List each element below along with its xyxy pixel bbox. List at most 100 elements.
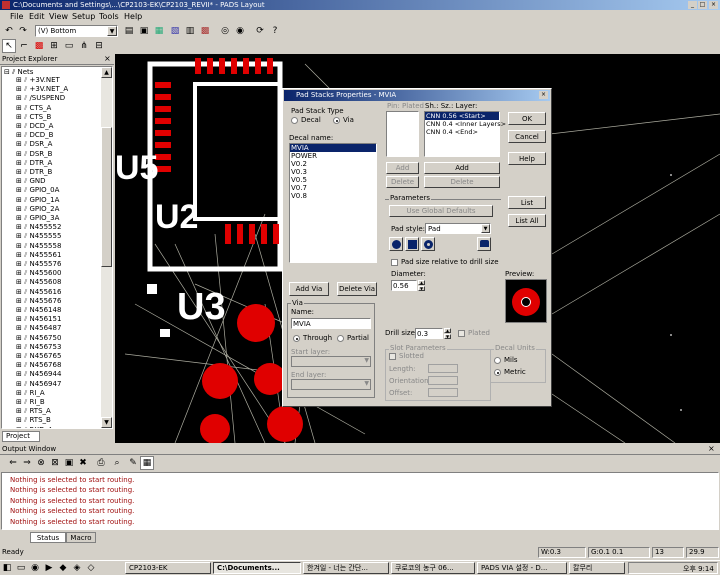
find-icon[interactable]: ⌕	[110, 456, 124, 470]
close-icon[interactable]: ×	[104, 54, 111, 63]
pan-icon[interactable]: ◎	[218, 24, 232, 38]
expand-icon[interactable]: ⊞	[16, 242, 24, 250]
net-item[interactable]: ⊞ ⫽ GPIO_0A	[16, 186, 59, 195]
expand-icon[interactable]: ⊞	[16, 104, 24, 112]
decal-item[interactable]: MVIA	[290, 144, 376, 152]
net-item[interactable]: ⊞ ⫽ CTS_B	[16, 113, 51, 122]
net-item[interactable]: ⊞ ⫽ CTS_A	[16, 104, 51, 113]
net-item[interactable]: ⊞ ⫽ /SUSPEND	[16, 94, 65, 103]
expand-icon[interactable]: ⊞	[16, 343, 24, 351]
expand-icon[interactable]: ⊞	[16, 140, 24, 148]
net-item[interactable]: ⊞ ⫽ N456765	[16, 352, 61, 361]
diameter-field[interactable]: 0.56	[391, 280, 417, 291]
bga-tool-icon[interactable]: ⊟	[92, 39, 106, 53]
expand-icon[interactable]: ⊞	[16, 159, 24, 167]
list-all-button[interactable]: List All	[508, 214, 546, 227]
expand-icon[interactable]: ⊞	[16, 232, 24, 240]
layer-item[interactable]: CNN 0.56 <Start>	[425, 112, 499, 120]
layer-list[interactable]: CNN 0.56 <Start> CNN 0.4 <Inner Layers> CN…	[424, 111, 506, 157]
select-arrow-icon[interactable]: ↖	[2, 39, 16, 53]
clear-icon[interactable]: ⊠	[48, 456, 62, 470]
net-item[interactable]: ⊞ ⫽ N456487	[16, 324, 61, 333]
macro-tab[interactable]: Macro	[66, 532, 96, 543]
net-tree[interactable]: ⊟ ⫽ Nets ⊞ ⫽ +3V.NET ⊞ ⫽ +3V.NET_A ⊞ ⫽ /SU…	[1, 66, 113, 429]
delete-icon[interactable]: ✖	[76, 456, 90, 470]
name-field[interactable]: MVIA	[291, 318, 371, 329]
script-icon[interactable]: ✎	[126, 456, 140, 470]
scroll-up-button[interactable]: ▲	[101, 67, 112, 78]
partial-radio[interactable]	[337, 335, 344, 342]
print-icon[interactable]: ⎙	[94, 456, 108, 470]
layer-select[interactable]: (V) Bottom ▼	[35, 25, 118, 37]
annular-pad-icon[interactable]	[421, 237, 435, 251]
spin-down-icon[interactable]: ▼	[444, 334, 451, 339]
cancel-button[interactable]: Cancel	[508, 130, 546, 143]
net-item[interactable]: ⊞ ⫽ N456947	[16, 380, 61, 389]
expand-icon[interactable]: ⊞	[16, 196, 24, 204]
minimize-button[interactable]: _	[688, 1, 697, 9]
zoom-icon[interactable]: ◉	[233, 24, 247, 38]
net-item[interactable]: ⊞ ⫽ N455616	[16, 288, 61, 297]
route-tool-icon[interactable]: ▩	[32, 39, 46, 53]
net-item[interactable]: ⊞ ⫽ GPIO_3A	[16, 214, 59, 223]
net-item[interactable]: ⊞ ⫽ N456944	[16, 370, 61, 379]
menu-view[interactable]: View	[49, 12, 68, 21]
drill-size-field[interactable]: 0.3	[415, 328, 443, 339]
orientation-field[interactable]	[428, 376, 458, 385]
drill-spinner[interactable]: ▲ ▼	[444, 328, 451, 339]
expand-icon[interactable]: ⊞	[16, 288, 24, 296]
quicklaunch-desktop-icon[interactable]: ▭	[16, 561, 26, 575]
grid-icon[interactable]: ▥	[183, 24, 197, 38]
net-item[interactable]: ⊞ ⫽ RTS_A	[16, 407, 51, 416]
net-item[interactable]: ⊞ ⫽ DSR_A	[16, 140, 52, 149]
net-item[interactable]: ⊞ ⫽ GPIO_1A	[16, 196, 59, 205]
net-item[interactable]: ⊞ ⫽ RI_B	[16, 398, 45, 407]
net-item[interactable]: ⊞ ⫽ DCD_A	[16, 122, 53, 131]
expand-icon[interactable]: ⊞	[16, 407, 24, 415]
net-item[interactable]: ⊞ ⫽ N456750	[16, 334, 61, 343]
expand-icon[interactable]: ⊞	[16, 113, 24, 121]
decal-item[interactable]: V0.5	[290, 176, 376, 184]
layer-item[interactable]: CNN 0.4 <End>	[425, 128, 499, 136]
menu-file[interactable]: File	[10, 12, 23, 21]
net-item[interactable]: ⊞ ⫽ N455552	[16, 223, 61, 232]
offset-field[interactable]	[428, 388, 458, 397]
expand-icon[interactable]: ⊞	[16, 223, 24, 231]
drafting-tool-icon[interactable]: ▭	[62, 39, 76, 53]
expand-icon[interactable]: ⊞	[16, 205, 24, 213]
decal-radio[interactable]	[291, 117, 298, 124]
decal-list[interactable]: MVIA POWER V0.2 V0.3 V0.5 V0.7 V0.8	[289, 143, 377, 263]
design-tool-icon[interactable]: ⌐	[17, 39, 31, 53]
save-icon[interactable]: ▣	[137, 24, 151, 38]
use-global-defaults-button[interactable]: Use Global Defaults	[389, 205, 493, 217]
chevron-down-icon[interactable]: ▼	[481, 224, 490, 233]
expand-icon[interactable]: ⊞	[16, 370, 24, 378]
expand-icon[interactable]: ⊞	[16, 269, 24, 277]
taskbar-item[interactable]: 한겨일 - 너는 간단...	[303, 562, 389, 574]
quicklaunch-app2-icon[interactable]: ◈	[72, 561, 82, 575]
pin-delete-button[interactable]: Delete	[386, 176, 419, 188]
menu-tools[interactable]: Tools	[99, 12, 119, 21]
chevron-down-icon[interactable]: ▼	[107, 26, 117, 36]
net-item[interactable]: ⊞ ⫽ +3V.NET_A	[16, 85, 68, 94]
expand-icon[interactable]: ⊞	[16, 186, 24, 194]
net-item[interactable]: ⊞ ⫽ N455608	[16, 278, 61, 287]
expand-icon[interactable]: ⊞	[16, 297, 24, 305]
through-radio[interactable]	[293, 335, 300, 342]
taskbar-item[interactable]: C:\Documents...	[213, 562, 301, 574]
pin-add-button[interactable]: Add	[386, 162, 419, 174]
net-item[interactable]: ⊞ ⫽ N456768	[16, 361, 61, 370]
decal-item[interactable]: V0.7	[290, 184, 376, 192]
taskbar-item[interactable]: 칼무리	[569, 562, 625, 574]
decal-item[interactable]: V0.8	[290, 192, 376, 200]
net-item[interactable]: ⊞ ⫽ N455600	[16, 269, 61, 278]
delete-via-button[interactable]: Delete Via	[337, 282, 377, 296]
expand-icon[interactable]: ⊞	[16, 306, 24, 314]
menu-setup[interactable]: Setup	[72, 12, 95, 21]
start-icon[interactable]: ◧	[2, 561, 12, 575]
end-layer-select[interactable]: ▼	[291, 379, 371, 390]
scroll-down-button[interactable]: ▼	[101, 417, 112, 428]
start-layer-select[interactable]: ▼	[291, 356, 371, 367]
expand-icon[interactable]: ⊞	[16, 352, 24, 360]
menu-help[interactable]: Help	[124, 12, 142, 21]
